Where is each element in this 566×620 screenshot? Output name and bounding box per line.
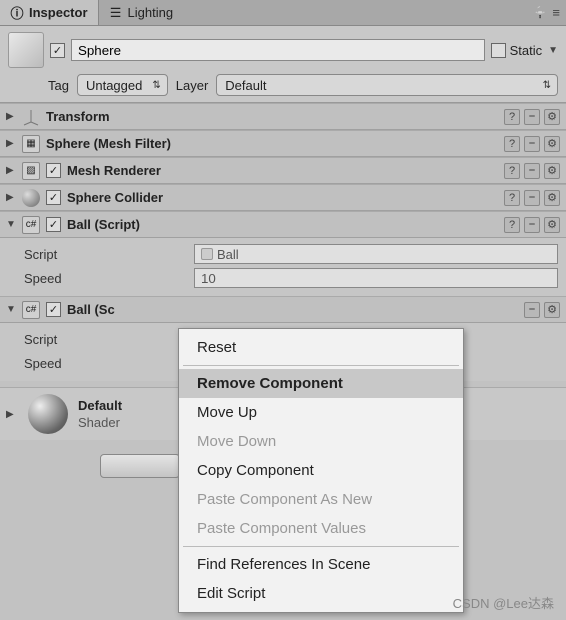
menu-move-down: Move Down [179, 427, 463, 456]
tab-inspector[interactable]: ⓘ Inspector [0, 0, 99, 25]
preset-icon[interactable]: ⎯ [524, 302, 540, 318]
static-checkbox[interactable] [491, 43, 506, 58]
component-title: Transform [46, 109, 498, 124]
component-ball-script-1: ▼ c# Ball (Script) ?⎯⚙ Script Ball Speed [0, 211, 566, 296]
mesh-filter-icon: ▦ [22, 135, 40, 153]
gameobject-header: Static ▼ Tag Untagged ⇅ Layer Default ⇅ [0, 26, 566, 103]
lock-icon[interactable]: 🔒 [532, 5, 548, 21]
panel-menu-icon[interactable]: ≡ [552, 5, 560, 21]
menu-reset[interactable]: Reset [179, 333, 463, 362]
material-preview-icon [28, 394, 68, 434]
property-label: Script [24, 247, 184, 262]
menu-move-up[interactable]: Move Up [179, 398, 463, 427]
gear-icon[interactable]: ⚙ [544, 217, 560, 233]
property-label: Speed [24, 356, 184, 371]
foldout-icon[interactable]: ▶ [6, 138, 16, 149]
watermark: CSDN @Lee达森 [453, 593, 554, 612]
static-label: Static [510, 43, 543, 58]
component-title: Ball (Script) [67, 217, 498, 232]
component-context-menu: Reset Remove Component Move Up Move Down… [178, 328, 464, 613]
menu-paste-values: Paste Component Values [179, 514, 463, 543]
tab-label: Inspector [29, 5, 88, 20]
help-icon[interactable]: ? [504, 190, 520, 206]
menu-remove-component[interactable]: Remove Component [179, 369, 463, 398]
foldout-icon[interactable]: ▶ [6, 192, 16, 203]
component-mesh-renderer: ▶ ▨ Mesh Renderer ?⎯⚙ [0, 157, 566, 184]
component-enabled-checkbox[interactable] [46, 302, 61, 317]
foldout-icon[interactable]: ▼ [6, 304, 16, 315]
component-transform: ▶ Transform ?⎯⚙ [0, 103, 566, 130]
gameobject-name-field[interactable] [71, 39, 485, 61]
help-icon[interactable]: ? [504, 163, 520, 179]
component-title: Mesh Renderer [67, 163, 498, 178]
script-asset-icon [201, 248, 213, 260]
component-enabled-checkbox[interactable] [46, 217, 61, 232]
tag-label: Tag [48, 78, 69, 93]
sliders-icon: ☰ [109, 6, 123, 20]
foldout-icon[interactable]: ▶ [6, 111, 16, 122]
script-value: Ball [217, 247, 239, 262]
chevron-updown-icon: ⇅ [152, 80, 160, 91]
mesh-renderer-icon: ▨ [22, 162, 40, 180]
add-component-button[interactable] [100, 454, 180, 478]
component-enabled-checkbox[interactable] [46, 163, 61, 178]
gear-icon[interactable]: ⚙ [544, 163, 560, 179]
tab-label: Lighting [128, 5, 174, 20]
foldout-icon[interactable]: ▼ [6, 219, 16, 230]
foldout-icon[interactable]: ▶ [6, 409, 16, 420]
component-title: Sphere Collider [67, 190, 498, 205]
tab-lighting[interactable]: ☰ Lighting [99, 0, 184, 25]
preset-icon[interactable]: ⎯ [524, 163, 540, 179]
preset-icon[interactable]: ⎯ [524, 217, 540, 233]
info-icon: ⓘ [10, 6, 24, 20]
static-dropdown-icon[interactable]: ▼ [548, 45, 558, 56]
component-title: Sphere (Mesh Filter) [46, 136, 498, 151]
menu-find-references[interactable]: Find References In Scene [179, 550, 463, 579]
gear-icon[interactable]: ⚙ [544, 136, 560, 152]
menu-copy-component[interactable]: Copy Component [179, 456, 463, 485]
speed-field[interactable] [194, 268, 558, 288]
layer-value: Default [225, 78, 266, 93]
active-checkbox[interactable] [50, 43, 65, 58]
component-sphere-collider: ▶ Sphere Collider ?⎯⚙ [0, 184, 566, 211]
sphere-collider-icon [22, 189, 40, 207]
tab-bar: ⓘ Inspector ☰ Lighting 🔒 ≡ [0, 0, 566, 26]
help-icon[interactable]: ? [504, 217, 520, 233]
property-label: Speed [24, 271, 184, 286]
chevron-updown-icon: ⇅ [543, 80, 551, 91]
script-icon: c# [22, 216, 40, 234]
component-title: Ball (Sc [67, 302, 518, 317]
help-icon[interactable]: ? [504, 136, 520, 152]
tag-value: Untagged [86, 78, 142, 93]
gear-icon[interactable]: ⚙ [544, 302, 560, 318]
foldout-icon[interactable]: ▶ [6, 165, 16, 176]
property-label: Script [24, 332, 184, 347]
preset-icon[interactable]: ⎯ [524, 109, 540, 125]
script-icon: c# [22, 301, 40, 319]
menu-paste-as-new: Paste Component As New [179, 485, 463, 514]
layer-label: Layer [176, 78, 209, 93]
transform-icon [22, 108, 40, 126]
gear-icon[interactable]: ⚙ [544, 109, 560, 125]
preset-icon[interactable]: ⎯ [524, 136, 540, 152]
component-enabled-checkbox[interactable] [46, 190, 61, 205]
tag-dropdown[interactable]: Untagged ⇅ [77, 74, 168, 96]
help-icon[interactable]: ? [504, 109, 520, 125]
menu-separator [183, 546, 459, 547]
menu-edit-script[interactable]: Edit Script [179, 579, 463, 608]
gear-icon[interactable]: ⚙ [544, 190, 560, 206]
script-object-field[interactable]: Ball [194, 244, 558, 264]
preset-icon[interactable]: ⎯ [524, 190, 540, 206]
component-mesh-filter: ▶ ▦ Sphere (Mesh Filter) ?⎯⚙ [0, 130, 566, 157]
layer-dropdown[interactable]: Default ⇅ [216, 74, 558, 96]
menu-separator [183, 365, 459, 366]
gameobject-icon[interactable] [8, 32, 44, 68]
